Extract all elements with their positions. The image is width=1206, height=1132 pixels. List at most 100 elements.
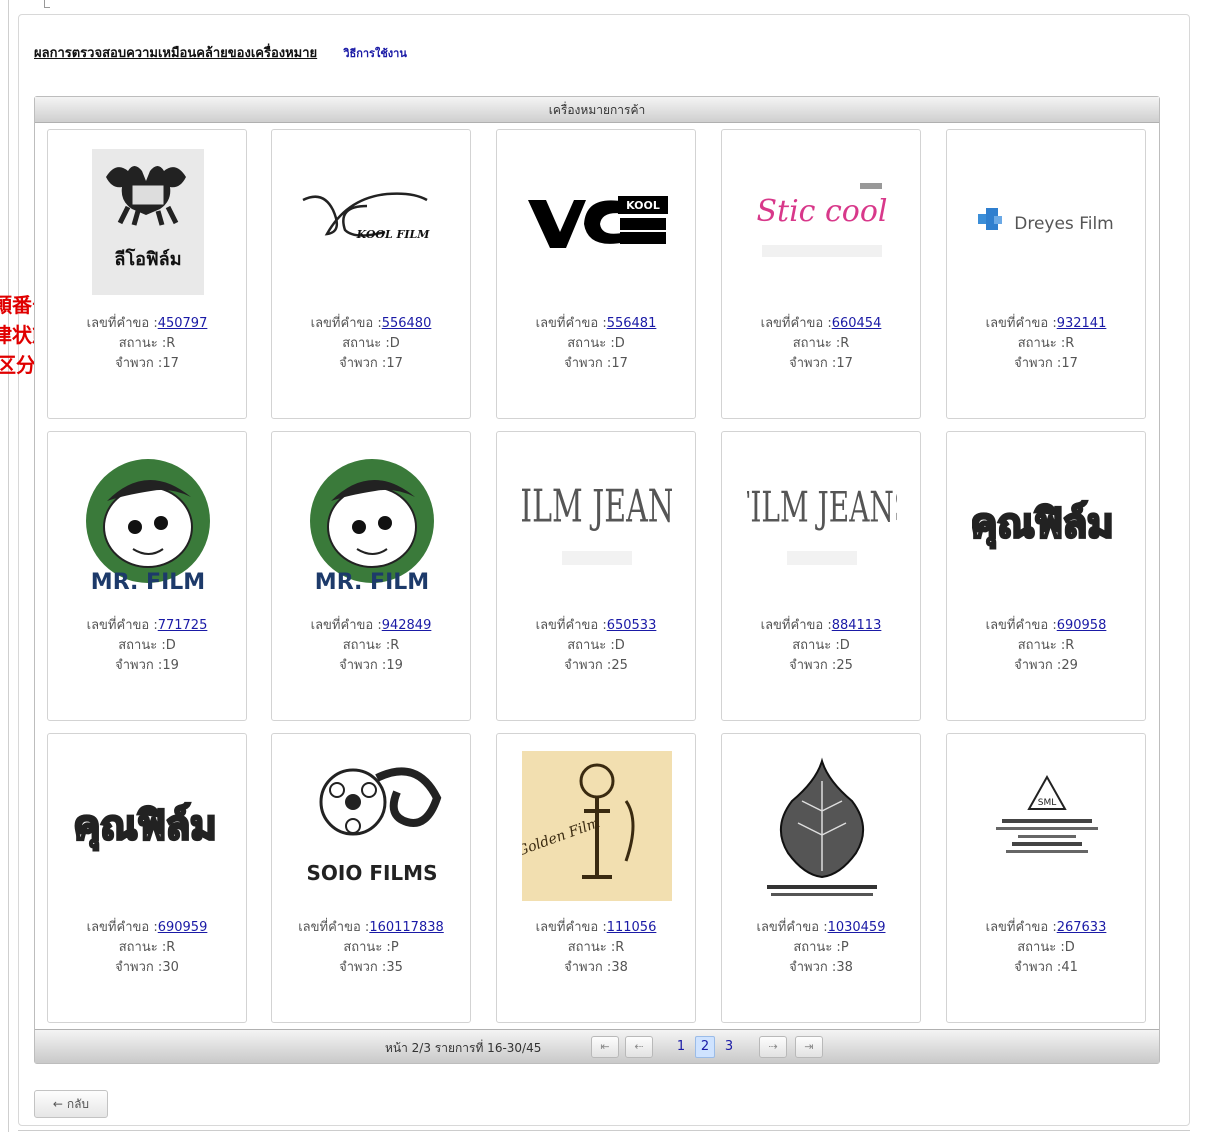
page-number-1[interactable]: 1 [671,1036,691,1058]
prev-page-button[interactable]: ⇠ [625,1036,653,1058]
request-number-link[interactable]: 690958 [1057,618,1107,633]
class-line: จำพวก :25 [564,658,628,673]
request-number-link[interactable]: 942849 [382,618,432,633]
bottom-divider [18,1130,1190,1131]
status-line: สถานะ :D [1017,940,1075,955]
request-number-link[interactable]: 771725 [158,618,208,633]
request-number-link[interactable]: 556481 [607,316,657,331]
request-number-link[interactable]: 556480 [382,316,432,331]
page-number-2-current[interactable]: 2 [695,1036,715,1058]
class-line: จำพวก :19 [115,658,179,673]
film-jeans-logo-icon: FILM JEANS [522,481,672,565]
trademark-card: เลขที่คำขอ :1030459 สถานะ :P จำพวก :38 [721,733,921,1023]
request-number-link[interactable]: 690959 [158,920,208,935]
status-line: สถานะ :R [118,336,176,351]
dreyes-film-logo-icon: Dreyes Film [978,208,1114,234]
trademark-logo: KOOL FILM [292,146,452,298]
trademark-card: คุณฟิล์ม เลขที่คำขอ :690958 สถานะ :R จำพ… [946,431,1146,721]
request-number-link[interactable]: 267633 [1057,920,1107,935]
class-line: จำพวก :38 [564,960,628,975]
stic-cool-logo-icon: Stic cool [756,183,888,257]
svg-text:MR. FILM: MR. FILM [91,570,205,595]
trademark-logo: KOOL [517,146,677,298]
status-line: สถานะ :R [1017,336,1075,351]
status-line: สถานะ :R [342,638,400,653]
status-line: สถานะ :P [793,940,849,955]
card-meta: เลขที่คำขอ :771725 สถานะ :D จำพวก :19 [48,616,246,676]
back-arrow-icon: ← [52,1097,63,1111]
request-number-link[interactable]: 111056 [607,920,657,935]
trademark-card: Stic cool เลขที่คำขอ :660454 สถานะ :R จำ… [721,129,921,419]
card-meta: เลขที่คำขอ :942849 สถานะ :R จำพวก :19 [272,616,470,676]
trademark-card: Dreyes Film เลขที่คำขอ :932141 สถานะ :R … [946,129,1146,419]
card-meta: เลขที่คำขอ :556481 สถานะ :D จำพวก :17 [497,314,695,374]
lion-crest-logo-icon: ลีโอฟิล์ม [92,149,204,295]
card-meta: เลขที่คำขอ :932141 สถานะ :R จำพวก :17 [947,314,1145,374]
class-line: จำพวก :17 [789,356,853,371]
corner-mark [44,0,50,8]
status-line: สถานะ :D [342,336,400,351]
card-meta: เลขที่คำขอ :884113 สถานะ :D จำพวก :25 [722,616,920,676]
trademark-logo: Golden Film [517,750,677,902]
card-meta: เลขที่คำขอ :650533 สถานะ :D จำพวก :25 [497,616,695,676]
trademark-card: KOOL เลขที่คำขอ :556481 สถานะ :D จำพวก :… [496,129,696,419]
last-page-icon: ⇥ [804,1040,814,1053]
trademark-card: FILM JEANS เลขที่คำขอ :884113 สถานะ :D จ… [721,431,921,721]
card-meta: เลขที่คำขอ :690958 สถานะ :R จำพวก :29 [947,616,1145,676]
prev-page-icon: ⇠ [634,1040,644,1053]
trademark-logo [742,750,902,902]
first-page-button[interactable]: ⇤ [591,1036,619,1058]
page-title: ผลการตรวจสอบความเหมือนคล้ายของเครื่องหมา… [34,46,318,61]
request-number-link[interactable]: 450797 [158,316,208,331]
film-reel-logo-icon: SOIO FILMS [307,767,442,885]
vc-kool-film-logo-icon: KOOL FILM [302,192,430,241]
svg-text:SOIO FILMS: SOIO FILMS [307,861,438,885]
trademark-card: คุณฟิล์ม เลขที่คำขอ :690959 สถานะ :R จำพ… [47,733,247,1023]
svg-text:SML: SML [1038,798,1057,808]
request-number-link[interactable]: 660454 [832,316,882,331]
last-page-button[interactable]: ⇥ [795,1036,823,1058]
svg-text:KOOL: KOOL [626,199,660,212]
trademark-card: SOIO FILMS เลขที่คำขอ :160117838 สถานะ :… [271,733,471,1023]
class-line: จำพวก :35 [339,960,403,975]
svg-text:Stic cool: Stic cool [756,194,887,229]
sml-triangle-logo-icon: SML [996,774,1098,853]
class-line: จำพวก :25 [789,658,853,673]
trademark-card: Golden Film เลขที่คำขอ :111056 สถานะ :R … [496,733,696,1023]
khun-film-logo-icon: คุณฟิล์ม [73,802,218,853]
request-number-link[interactable]: 160117838 [369,920,443,935]
request-number-link[interactable]: 932141 [1057,316,1107,331]
trademark-logo: SML [967,750,1127,902]
status-line: สถานะ :R [118,940,176,955]
class-line: จำพวก :41 [1014,960,1078,975]
card-meta: เลขที่คำขอ :1030459 สถานะ :P จำพวก :38 [722,918,920,978]
trademark-card: ลีโอฟิล์ม เลขที่คำขอ :450797 สถานะ :R จำ… [47,129,247,419]
status-line: สถานะ :D [567,638,625,653]
request-number-link[interactable]: 650533 [607,618,657,633]
next-page-button[interactable]: ⇢ [759,1036,787,1058]
status-line: สถานะ :D [792,638,850,653]
request-number-link[interactable]: 1030459 [828,920,886,935]
back-button[interactable]: ← กลับ [34,1090,108,1118]
golden-film-logo-icon: Golden Film [522,751,672,901]
status-line: สถานะ :D [567,336,625,351]
status-line: สถานะ :R [567,940,625,955]
status-line: สถานะ :R [1017,638,1075,653]
page-number-3[interactable]: 3 [719,1036,739,1058]
trademark-card: FILM JEANS เลขที่คำขอ :650533 สถานะ :D จ… [496,431,696,721]
first-page-icon: ⇤ [600,1040,610,1053]
svg-text:FILM JEANS: FILM JEANS [522,481,672,533]
class-line: จำพวก :19 [339,658,403,673]
back-button-label: กลับ [66,1097,90,1111]
card-meta: เลขที่คำขอ :267633 สถานะ :D จำพวก :41 [947,918,1145,978]
trademark-logo: MR. FILM [68,448,228,600]
status-line: สถานะ :R [792,336,850,351]
grid-heading: เครื่องหมายการค้า [35,97,1159,123]
trademark-logo: คุณฟิล์ม [967,448,1127,600]
request-number-link[interactable]: 884113 [832,618,882,633]
svg-text:ลีโอฟิล์ม: ลีโอฟิล์ม [114,248,181,270]
help-link[interactable]: วิธีการใช้งาน [343,47,407,60]
film-jeans-logo-icon: FILM JEANS [747,484,897,565]
trademark-logo: Stic cool [742,146,902,298]
trademark-grid: เครื่องหมายการค้า ลีโอฟิล์ม เลขที่คำขอ :… [34,96,1160,1064]
